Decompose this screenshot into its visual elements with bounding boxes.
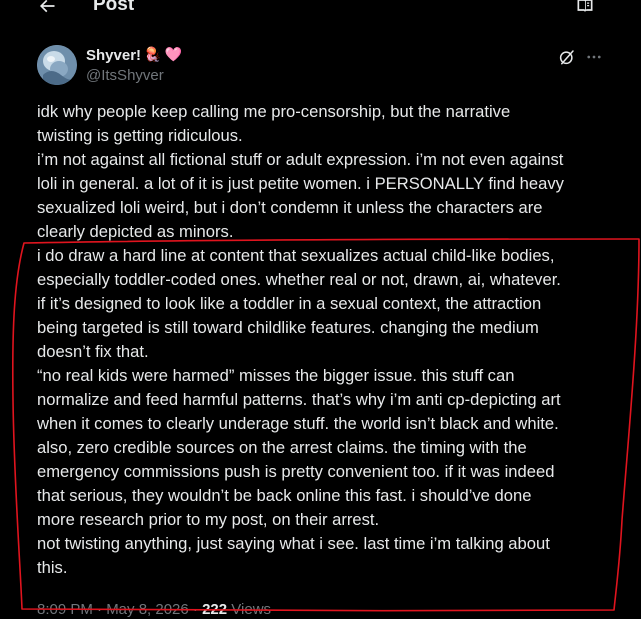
top-bar: Post [0, 0, 641, 24]
more-horizontal-icon [587, 55, 601, 59]
pink-heart-emoji-icon: 🩷 [164, 47, 182, 63]
arrow-left-icon [39, 0, 55, 13]
post-paragraph: “no real kids were harmed” misses the bi… [37, 366, 561, 433]
post-paragraph: idk why people keep calling me pro-censo… [37, 102, 511, 145]
avatar[interactable] [37, 45, 77, 85]
display-name[interactable]: Shyver! 🪼 🩷 [86, 46, 182, 65]
post-time[interactable]: 8:09 PM · May 8, 2026 · [37, 601, 198, 618]
display-name-text: Shyver! [86, 47, 142, 64]
views-count: 222 [202, 601, 228, 618]
post-paragraph: i’m not against all fictional stuff or a… [37, 150, 564, 241]
post-body: idk why people keep calling me pro-censo… [37, 100, 617, 580]
grok-button[interactable] [557, 47, 577, 67]
jellyfish-emoji-icon: 🪼 [144, 47, 162, 63]
reader-view-icon [577, 0, 593, 12]
page-title: Post [93, 0, 135, 15]
user-handle[interactable]: @ItsShyver [86, 66, 182, 85]
views-label: Views [231, 601, 272, 618]
post-paragraph: not twisting anything, just saying what … [37, 534, 550, 577]
back-button[interactable] [36, 0, 58, 18]
avatar-image [37, 45, 77, 85]
author-info[interactable]: Shyver! 🪼 🩷 @ItsShyver [86, 46, 182, 85]
post-paragraph: also, zero credible sources on the arres… [37, 438, 555, 529]
more-options-button[interactable] [584, 47, 604, 67]
grok-icon [559, 50, 574, 65]
post-metadata: 8:09 PM · May 8, 2026 · 222 Views [37, 600, 271, 619]
reader-mode-button[interactable] [574, 0, 596, 16]
post-paragraph: i do draw a hard line at content that se… [37, 246, 561, 361]
